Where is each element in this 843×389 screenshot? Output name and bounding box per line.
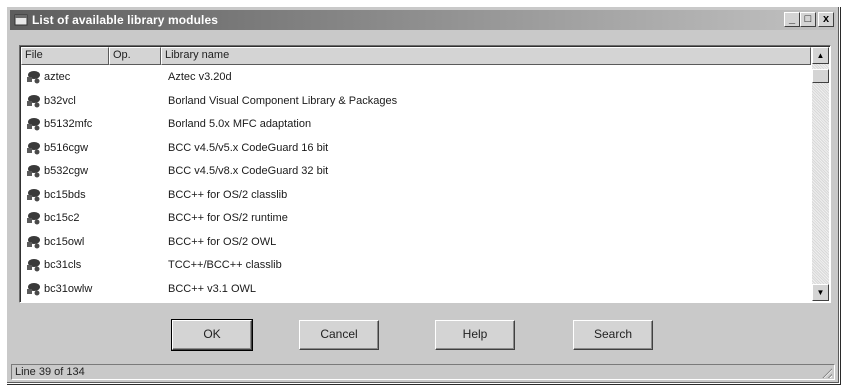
module-icon xyxy=(27,118,40,131)
row-library-name: BCC++ for OS/2 classlib xyxy=(168,188,288,201)
column-header-file[interactable]: File xyxy=(21,47,109,65)
list-item[interactable]: bc15bds BCC++ for OS/2 classlib xyxy=(21,184,811,208)
list-item[interactable]: bc15owl BCC++ for OS/2 OWL xyxy=(21,231,811,255)
window-title: List of available library modules xyxy=(32,13,219,27)
list-item[interactable]: bc15c2 BCC++ for OS/2 runtime xyxy=(21,207,811,231)
help-button[interactable]: Help xyxy=(435,320,515,350)
row-file: bc31cls xyxy=(44,259,82,271)
title-bar[interactable]: List of available library modules _ □ x xyxy=(10,10,836,30)
list-header: File Op. Library name xyxy=(21,47,811,65)
row-library-name: BCC++ v3.1 OWL xyxy=(168,282,257,295)
module-icon xyxy=(27,188,40,201)
row-library-name: TCC++/BCC++ classlib xyxy=(168,259,282,271)
list-item[interactable]: bc31owlw BCC++ v3.1 OWL xyxy=(21,278,811,302)
row-library-name: BCC++ for OS/2 OWL xyxy=(168,235,277,248)
row-file: aztec xyxy=(44,71,71,83)
row-file: bc15bds xyxy=(44,188,86,201)
app-icon xyxy=(14,14,28,26)
list-rows: aztec Aztec v3.20d b32vcl Borland Visual… xyxy=(21,66,811,301)
row-library-name: Borland Visual Component Library & Packa… xyxy=(168,94,398,107)
list-item[interactable]: b532cgw BCC v4.5/v8.x CodeGuard 32 bit xyxy=(21,160,811,184)
module-icon xyxy=(27,141,40,154)
cancel-button[interactable]: Cancel xyxy=(299,320,379,350)
ok-button[interactable]: OK xyxy=(171,319,253,351)
row-file: b516cgw xyxy=(44,141,89,154)
status-text: Line 39 of 134 xyxy=(15,366,85,378)
module-icon xyxy=(27,165,40,178)
module-icon xyxy=(27,212,40,225)
module-icon xyxy=(27,282,40,295)
scroll-up-icon[interactable]: ▲ xyxy=(812,47,829,64)
status-bar: Line 39 of 134 xyxy=(11,364,835,380)
module-icon xyxy=(27,259,40,272)
close-button[interactable]: x xyxy=(818,12,834,27)
dialog-window: List of available library modules _ □ x … xyxy=(6,6,840,384)
row-library-name: BCC++ for OS/2 runtime xyxy=(168,212,288,224)
module-icon xyxy=(27,71,40,84)
column-header-op[interactable]: Op. xyxy=(109,47,161,65)
module-icon xyxy=(27,235,40,248)
scroll-thumb[interactable] xyxy=(812,69,829,83)
module-list[interactable]: File Op. Library name aztec Aztec v3.20d… xyxy=(19,45,831,303)
row-file: b532cgw xyxy=(44,165,89,177)
row-file: bc31owlw xyxy=(44,282,93,295)
row-file: bc15owl xyxy=(44,235,85,248)
list-item[interactable]: b5132mfc Borland 5.0x MFC adaptation xyxy=(21,113,811,137)
search-button[interactable]: Search xyxy=(573,320,653,350)
list-item[interactable]: b516cgw BCC v4.5/v5.x CodeGuard 16 bit xyxy=(21,137,811,161)
row-library-name: Borland 5.0x MFC adaptation xyxy=(168,118,312,130)
column-header-library-name[interactable]: Library name xyxy=(161,47,811,65)
vertical-scrollbar[interactable]: ▲ ▼ xyxy=(812,47,829,301)
row-library-name: BCC v4.5/v5.x CodeGuard 16 bit xyxy=(168,141,329,154)
module-icon xyxy=(27,94,40,107)
minimize-button[interactable]: _ xyxy=(784,12,800,27)
row-library-name: BCC v4.5/v8.x CodeGuard 32 bit xyxy=(168,165,329,177)
row-library-name: Aztec v3.20d xyxy=(168,71,232,83)
list-item[interactable]: bc31cls TCC++/BCC++ classlib xyxy=(21,254,811,278)
list-item[interactable]: aztec Aztec v3.20d xyxy=(21,66,811,90)
resize-grip-icon[interactable] xyxy=(820,366,832,378)
row-file: bc15c2 xyxy=(44,212,80,224)
maximize-button[interactable]: □ xyxy=(800,12,816,27)
row-file: b32vcl xyxy=(44,94,76,107)
scroll-down-icon[interactable]: ▼ xyxy=(812,284,829,301)
row-file: b5132mfc xyxy=(44,118,93,130)
list-item[interactable]: b32vcl Borland Visual Component Library … xyxy=(21,90,811,114)
